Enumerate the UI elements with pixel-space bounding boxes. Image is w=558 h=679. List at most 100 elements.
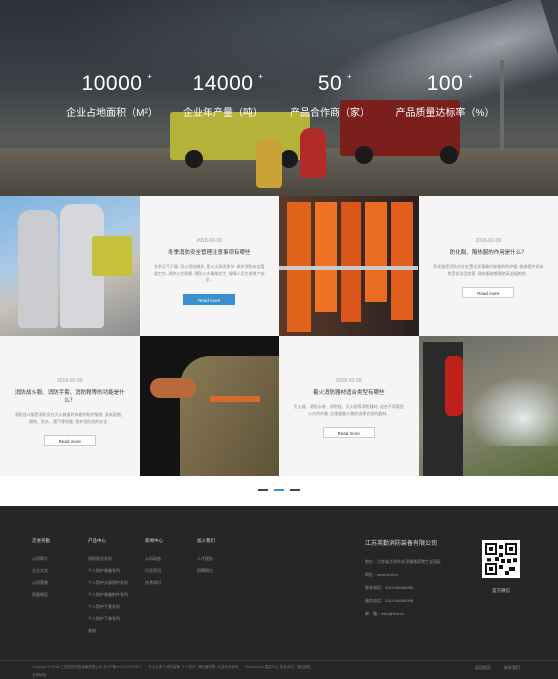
stat-plus: + [468,72,474,81]
company-address: 地址：江苏省江阴市长泾镇张家港工业园区 [365,559,441,564]
stat-value: 100 [426,72,464,95]
stat-label: 产品合作商（家） [290,108,370,119]
footer-link[interactable]: 公司荣誉 [32,580,50,586]
news-card[interactable]: 2018-02-09 冬季消防安全管理注意事项有哪些 冬季天气干燥, 用火用电增… [139,196,279,336]
news-image[interactable] [279,196,419,336]
stat-area: 10000 + 企业占地面积（M²） [52,72,172,119]
hero-banner: 10000 + 企业占地面积（M²） 14000 + 企业年产量（吨） 50 + 产品… [0,0,558,196]
footer-link[interactable]: 个人防护装备系列 [88,568,128,574]
stats-row: 10000 + 企业占地面积（M²） 14000 + 企业年产量（吨） 50 + 产品… [0,72,558,132]
company-service-phone: 服务电话：2014-86449098 [365,598,414,603]
stat-value: 10000 [81,72,143,95]
footer-link[interactable]: 个人防护下装系列 [88,616,128,622]
carousel-dot[interactable] [290,489,300,491]
footer-link[interactable]: 企业文化 [32,568,50,574]
footer-link[interactable]: 公司简介 [32,556,50,562]
news-date: 2018-02-09 [56,378,83,384]
footer-col-head[interactable]: 产品中心 [88,538,128,544]
footer-link[interactable]: 行业资讯 [145,568,163,574]
stat-label: 产品质量达标率（%） [395,108,495,119]
copyright-text: Copyright © 2018 江苏英勤消防装备有限公司 苏ICP备XXXXX… [32,665,312,669]
wechat-qr-code [482,540,520,578]
company-phone: 联系电话：2014-86449095 [365,585,414,590]
news-desc: 灭火器、消防水带、消防栓、灭火毯等消防器材, 适合不同类型火灾的扑救, 应根据着… [293,404,404,416]
footer-link[interactable]: 个人防护装备附件系列 [88,592,128,598]
qr-code-icon [485,543,517,575]
stat-plus: + [347,72,353,81]
news-title[interactable]: 着火消防器材适合类型有哪些 [293,388,405,396]
footer-link[interactable]: 招聘职位 [197,568,215,574]
friend-links-label: 友情链接： [32,673,50,677]
news-card[interactable]: 2018-02-09 着火消防器材适合类型有哪些 灭火器、消防水带、消防栓、灭火… [279,336,419,476]
read-more-button[interactable]: Read more [43,435,96,446]
stat-plus: + [258,72,264,81]
suit-figure [18,210,58,328]
glove [149,378,196,398]
extinguisher [444,356,463,416]
news-card[interactable]: 2018-02-09 防化服、隔热服的作用是什么？ 防化服是消防员在处置化学事故… [418,196,558,336]
footer: 走进英勤 公司简介 企业文化 公司荣誉 质量保证 产品中心 消防防化系列 个人防… [0,506,558,679]
stat-label: 企业占地面积（M²） [66,108,158,119]
footer-link[interactable]: 技术知识 [145,580,163,586]
footer-link[interactable]: 个人防护手套系列 [88,604,128,610]
company-website[interactable]: 网址：www.5vd.cn [365,572,441,578]
suit [341,202,361,322]
stat-value: 14000 [192,72,254,95]
news-grid: 2018-02-09 冬季消防安全管理注意事项有哪些 冬季天气干燥, 用火用电增… [0,196,558,476]
news-desc: 消防战斗服是消防员在灭火救援时穿着的防护服装, 具有阻燃、隔热、防水、透气等性能… [14,412,125,424]
footer-link[interactable]: 人才理念 [197,556,215,562]
footer-bottom-bar: Copyright © 2018 江苏英勤消防装备有限公司 苏ICP备XXXXX… [0,660,558,679]
news-card[interactable]: 2018-02-09 消防战斗服、消防手套、消防靴等的功能是什么？ 消防战斗服是… [0,336,140,476]
extinguisher-spray [468,376,558,446]
news-image[interactable] [0,196,140,336]
footer-col-products: 产品中心 消防防化系列 个人防护装备系列 个人防护头部保护系列 个人防护装备附件… [88,538,128,640]
footer-link[interactable]: 消防防化系列 [88,556,128,562]
truck-wheel [355,146,373,164]
carousel-pagination [0,476,558,506]
truck-wheel [280,150,298,168]
suit [365,202,387,302]
footer-col-about: 走进英勤 公司简介 企业文化 公司荣誉 质量保证 [32,538,50,604]
company-name: 江苏英勤消防装备有限公司 [365,541,438,547]
suit [315,202,337,312]
home-link[interactable]: 返回首页 [475,665,491,670]
footer-col-head[interactable]: 走进英勤 [32,538,50,544]
footer-col-head[interactable]: 新闻中心 [145,538,163,544]
news-desc: 冬季天气干燥, 用火用电增多, 是火灾高发季节, 做好消防安全管理工作, 消除火… [153,264,265,282]
firefighter [256,138,282,188]
stat-output: 14000 + 企业年产量（吨） [168,72,278,119]
company-email[interactable]: 邮 箱：dxfu@5vd.cn [365,611,441,617]
news-title[interactable]: 防化服、隔热服的作用是什么？ [433,248,545,256]
news-title[interactable]: 消防战斗服、消防手套、消防靴等的功能是什么？ [14,388,126,404]
contact-link[interactable]: 联系我们 [504,665,520,670]
firefighter [300,128,326,178]
stat-partners: 50 + 产品合作商（家） [285,72,375,119]
reflective-stripe [209,396,260,402]
suit-sleeve [179,356,279,476]
footer-link[interactable]: 个人防护头部保护系列 [88,580,128,586]
stat-label: 企业年产量（吨） [183,108,263,119]
news-date: 2018-02-09 [196,238,223,244]
footer-col-news: 新闻中心 公司动态 行业资讯 技术知识 [145,538,163,592]
stat-value: 50 [317,72,343,95]
news-image[interactable] [139,336,279,476]
reflective-stripe [279,266,418,270]
footer-link[interactable]: 公司动态 [145,556,163,562]
news-image[interactable] [418,336,558,476]
suit [391,202,413,320]
carousel-dot[interactable] [258,489,268,491]
carousel-dot-active[interactable] [274,489,284,491]
news-title[interactable]: 冬季消防安全管理注意事项有哪些 [154,248,266,256]
truck-wheel [440,146,458,164]
vehicle [92,236,132,276]
company-info: 江苏英勤消防装备有限公司 地址：江苏省江阴市长泾镇张家港工业园区 网址：www.… [365,538,441,624]
news-date: 2018-02-09 [475,238,502,244]
footer-col-join: 加入我们 人才理念 招聘职位 [197,538,215,580]
footer-link[interactable]: 质量保证 [32,592,50,598]
truck-wheel [185,150,203,168]
read-more-button[interactable]: Read more [183,293,236,305]
footer-col-head[interactable]: 加入我们 [197,538,215,544]
read-more-button[interactable]: Read more [322,427,375,438]
read-more-button[interactable]: Read more [462,287,515,298]
footer-link[interactable]: 其他 [88,628,128,634]
